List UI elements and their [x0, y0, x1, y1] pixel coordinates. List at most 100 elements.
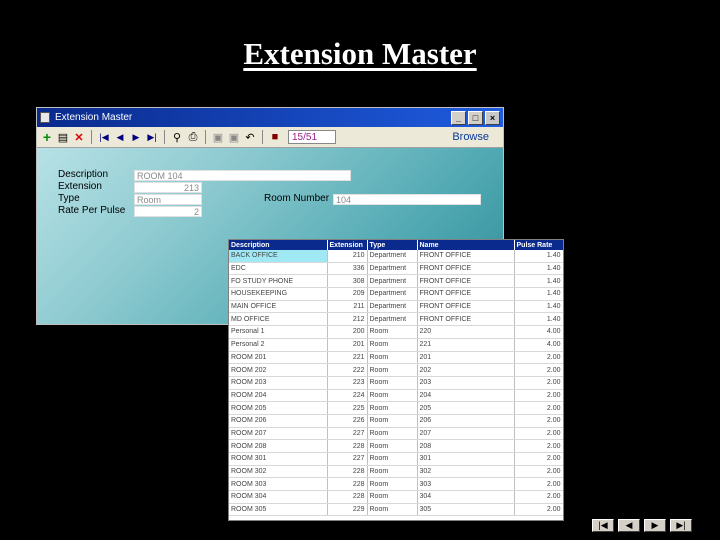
- table-row[interactable]: ROOM 301 227 Room 301 2.00: [229, 452, 563, 466]
- table-cell: Personal 2: [229, 338, 328, 352]
- last-record-icon[interactable]: ▶|: [145, 130, 159, 144]
- table-row[interactable]: EDC 336 Department FRONT OFFICE 1.40: [229, 262, 563, 276]
- table-cell: ROOM 204: [229, 389, 328, 403]
- table-row[interactable]: Personal 1 200 Room 220 4.00: [229, 325, 563, 339]
- window-title: Extension Master: [55, 112, 133, 123]
- table-cell: 1.40: [514, 250, 563, 263]
- table-cell: 212: [327, 312, 368, 327]
- table-cell: 207: [417, 427, 515, 441]
- print-icon[interactable]: ⎙: [186, 130, 200, 144]
- table-cell: ROOM 207: [229, 427, 328, 441]
- table-cell: 301: [417, 452, 515, 466]
- add-icon[interactable]: +: [40, 129, 54, 145]
- table-row[interactable]: BACK OFFICE 210 Department FRONT OFFICE 1.40: [229, 250, 563, 263]
- table-row[interactable]: ROOM 208 228 Room 208 2.00: [229, 439, 563, 453]
- toolbar-separator: [262, 130, 263, 144]
- column-header-extension[interactable]: Extension: [327, 240, 368, 250]
- next-record-icon[interactable]: ▶: [129, 130, 143, 144]
- description-field[interactable]: ROOM 104: [134, 170, 351, 181]
- table-row[interactable]: ROOM 206 226 Room 206 2.00: [229, 414, 563, 428]
- table-cell: 209: [327, 287, 368, 301]
- type-field[interactable]: Room: [134, 194, 202, 205]
- table-row[interactable]: ROOM 204 224 Room 204 2.00: [229, 389, 563, 403]
- first-slide-icon[interactable]: |◀: [592, 519, 614, 532]
- table-cell: 223: [327, 376, 368, 390]
- table-cell: 2.00: [514, 363, 563, 377]
- table-row[interactable]: FO STUDY PHONE 308 Department FRONT OFFICE 1…: [229, 274, 563, 289]
- table-cell: FRONT OFFICE: [417, 250, 515, 263]
- table-cell: 2.00: [514, 452, 563, 466]
- table-cell: 2.00: [514, 401, 563, 415]
- table-cell: FRONT OFFICE: [417, 300, 515, 314]
- table-cell: Room: [367, 439, 418, 453]
- table-cell: 302: [417, 465, 515, 479]
- table-cell: 2.00: [514, 376, 563, 390]
- table-cell: ROOM 205: [229, 401, 328, 415]
- first-record-icon[interactable]: |◀: [97, 130, 111, 144]
- table-cell: Room: [367, 477, 418, 492]
- close-button[interactable]: ×: [485, 110, 500, 125]
- minimize-button[interactable]: _: [451, 110, 466, 125]
- previous-record-icon[interactable]: ◀: [113, 130, 127, 144]
- table-cell: FRONT OFFICE: [417, 312, 515, 327]
- table-cell: ROOM 304: [229, 490, 328, 504]
- table-cell: Room: [367, 414, 418, 428]
- exit-icon[interactable]: ■: [268, 130, 282, 144]
- rate-per-pulse-field[interactable]: 2: [134, 206, 202, 217]
- table-cell: Room: [367, 452, 418, 466]
- table-row[interactable]: HOUSEKEEPING 209 Department FRONT OFFICE 1.4…: [229, 287, 563, 301]
- previous-slide-icon[interactable]: ◀: [618, 519, 640, 532]
- table-cell: 2.00: [514, 414, 563, 428]
- table-cell: 208: [417, 439, 515, 453]
- table-row[interactable]: MAIN OFFICE 211 Department FRONT OFFICE 1.40: [229, 300, 563, 314]
- cancel-save-icon[interactable]: ▣: [227, 130, 241, 144]
- column-header-type[interactable]: Type: [367, 240, 418, 250]
- table-row[interactable]: ROOM 304 228 Room 304 2.00: [229, 490, 563, 504]
- table-cell: EDC: [229, 262, 328, 276]
- column-header-description[interactable]: Description: [229, 240, 328, 250]
- table-cell: 308: [327, 274, 368, 289]
- table-cell: ROOM 301: [229, 452, 328, 466]
- table-row[interactable]: ROOM 202 222 Room 202 2.00: [229, 363, 563, 377]
- delete-icon[interactable]: ✕: [72, 130, 86, 144]
- table-cell: FRONT OFFICE: [417, 287, 515, 301]
- room-number-field[interactable]: 104: [333, 194, 481, 205]
- table-row[interactable]: ROOM 302 228 Room 302 2.00: [229, 465, 563, 479]
- find-icon[interactable]: ⚲: [170, 130, 184, 144]
- description-label: Description: [58, 169, 109, 180]
- last-slide-icon[interactable]: ▶|: [670, 519, 692, 532]
- table-cell: Room: [367, 389, 418, 403]
- maximize-button[interactable]: □: [468, 110, 483, 125]
- save-icon[interactable]: ▣: [211, 130, 225, 144]
- undo-icon[interactable]: ↶: [243, 130, 257, 144]
- table-cell: FO STUDY PHONE: [229, 274, 328, 289]
- table-cell: 220: [417, 325, 515, 339]
- window-titlebar[interactable]: Extension Master _ □ ×: [37, 108, 503, 127]
- table-cell: 1.40: [514, 262, 563, 276]
- table-cell: 304: [417, 490, 515, 504]
- table-cell: MD OFFICE: [229, 312, 328, 327]
- table-cell: Room: [367, 503, 418, 517]
- table-cell: 1.40: [514, 312, 563, 327]
- extension-field[interactable]: 213: [134, 182, 202, 193]
- column-header-pulse-rate[interactable]: Pulse Rate: [514, 240, 563, 250]
- column-header-name[interactable]: Name: [417, 240, 515, 250]
- table-cell: 229: [327, 503, 368, 517]
- next-slide-icon[interactable]: ▶: [644, 519, 666, 532]
- table-row[interactable]: ROOM 201 221 Room 201 2.00: [229, 351, 563, 365]
- table-row[interactable]: ROOM 205 225 Room 205 2.00: [229, 401, 563, 415]
- table-cell: 2.00: [514, 477, 563, 492]
- table-cell: 1.40: [514, 287, 563, 301]
- table-cell: 305: [417, 503, 515, 517]
- table-row[interactable]: ROOM 207 227 Room 207 2.00: [229, 427, 563, 441]
- table-row[interactable]: ROOM 203 223 Room 203 2.00: [229, 376, 563, 390]
- table-row[interactable]: ROOM 303 228 Room 303 2.00: [229, 477, 563, 492]
- table-cell: 205: [417, 401, 515, 415]
- toolbar-separator: [164, 130, 165, 144]
- table-row[interactable]: Personal 2 201 Room 221 4.00: [229, 338, 563, 352]
- table-cell: FRONT OFFICE: [417, 262, 515, 276]
- copy-icon[interactable]: ▤: [56, 130, 70, 144]
- table-row[interactable]: MD OFFICE 212 Department FRONT OFFICE 1.40: [229, 312, 563, 327]
- table-row[interactable]: ROOM 305 229 Room 305 2.00: [229, 503, 563, 517]
- rate-per-pulse-label: Rate Per Pulse: [58, 205, 126, 216]
